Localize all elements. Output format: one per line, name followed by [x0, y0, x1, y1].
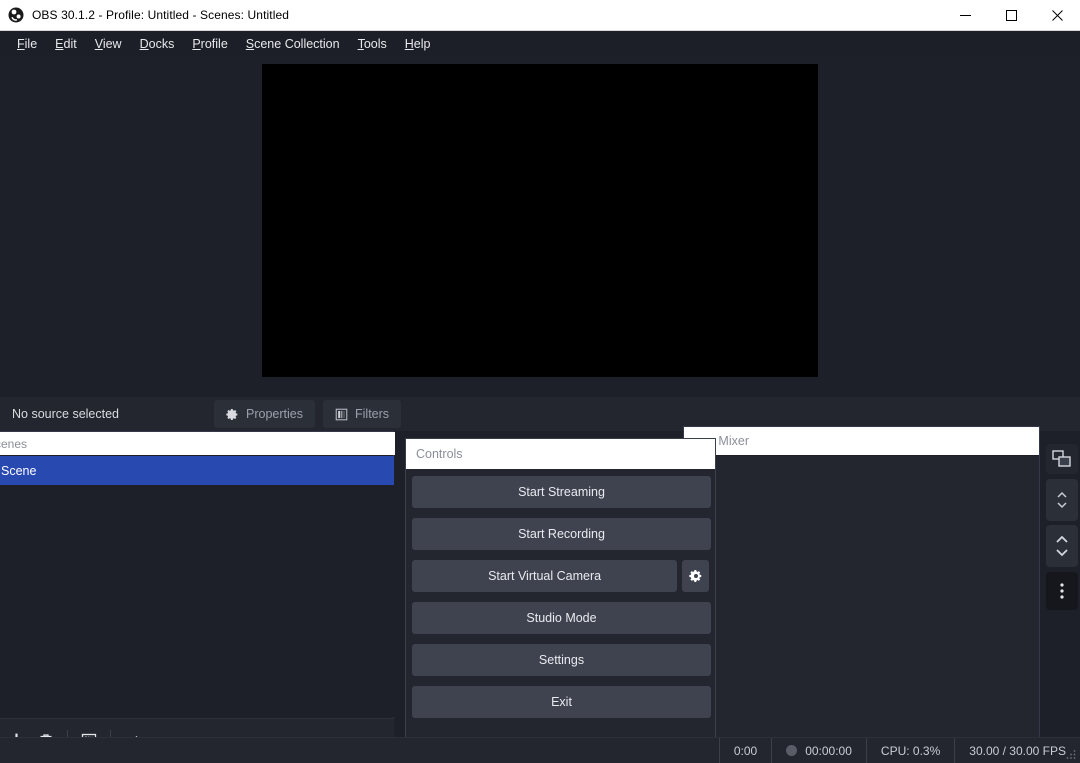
menu-rest: rofile: [201, 37, 228, 51]
controls-dock: Controls Start Streaming Start Recording…: [405, 438, 716, 763]
minimize-icon[interactable]: [942, 0, 988, 31]
spinner-small[interactable]: [1046, 479, 1078, 521]
audio-mixer-dock: o Mixer: [683, 426, 1040, 763]
cpu-status: CPU: 0.3%: [866, 738, 954, 763]
chevron-up-down-icon: [1056, 488, 1068, 512]
studio-mode-button[interactable]: Studio Mode: [412, 602, 711, 634]
properties-button[interactable]: Properties: [214, 400, 315, 428]
audio-mixer-body: [684, 456, 1039, 762]
chevron-up-down-icon: [1054, 532, 1070, 560]
fps-status: 30.00 / 30.00 FPS: [954, 738, 1080, 763]
controls-title-bar[interactable]: Controls: [406, 439, 715, 469]
no-source-selected-label: No source selected: [12, 407, 119, 421]
windows-stack-icon: [1052, 450, 1072, 468]
rec-time-label: 00:00:00: [805, 744, 852, 758]
menu-mnemonic: P: [192, 37, 200, 51]
controls-body: Start Streaming Start Recording Start Vi…: [406, 470, 715, 762]
menu-mnemonic: V: [95, 37, 103, 51]
menu-bar: File Edit View Docks Profile Scene Colle…: [0, 31, 1080, 56]
menu-rest: ools: [364, 37, 387, 51]
menu-item-edit[interactable]: Edit: [46, 34, 86, 54]
gear-icon: [226, 408, 239, 421]
start-virtual-camera-button[interactable]: Start Virtual Camera: [412, 560, 677, 592]
menu-rest: ocks: [149, 37, 175, 51]
menu-rest: iew: [103, 37, 122, 51]
properties-label: Properties: [246, 407, 303, 421]
audio-mixer-title-bar[interactable]: o Mixer: [684, 427, 1039, 455]
title-bar: OBS 30.1.2 - Profile: Untitled - Scenes:…: [0, 0, 1080, 31]
window-title: OBS 30.1.2 - Profile: Untitled - Scenes:…: [32, 8, 289, 22]
start-recording-button[interactable]: Start Recording: [412, 518, 711, 550]
gear-icon: [689, 569, 703, 583]
preview-canvas[interactable]: [262, 64, 818, 377]
menu-rest: dit: [64, 37, 77, 51]
spinner-large[interactable]: [1046, 525, 1078, 567]
menu-item-view[interactable]: View: [86, 34, 131, 54]
rec-time-status: 00:00:00: [771, 738, 866, 763]
preview-area[interactable]: [0, 56, 1080, 397]
virtual-camera-settings-button[interactable]: [682, 560, 709, 592]
overflow-menu-button[interactable]: [1046, 572, 1078, 610]
record-dot-icon: [786, 745, 797, 756]
right-sidebar: [1044, 431, 1080, 763]
menu-item-file[interactable]: File: [8, 34, 46, 54]
close-icon[interactable]: [1034, 0, 1080, 31]
exit-button[interactable]: Exit: [412, 686, 711, 718]
menu-item-profile[interactable]: Profile: [183, 34, 236, 54]
filters-label: Filters: [355, 407, 389, 421]
scene-list-item[interactable]: Scene: [0, 456, 394, 485]
menu-mnemonic: E: [55, 37, 63, 51]
maximize-icon[interactable]: [988, 0, 1034, 31]
settings-button[interactable]: Settings: [412, 644, 711, 676]
filters-icon: [335, 408, 348, 421]
scenes-title-label: cenes: [0, 437, 27, 451]
menu-item-help[interactable]: Help: [396, 34, 440, 54]
start-streaming-button[interactable]: Start Streaming: [412, 476, 711, 508]
menu-item-scene-collection[interactable]: Scene Collection: [237, 34, 349, 54]
scene-item-label: Scene: [1, 464, 36, 478]
window-controls: [942, 0, 1080, 31]
menu-item-tools[interactable]: Tools: [349, 34, 396, 54]
obs-main-window: OBS 30.1.2 - Profile: Untitled - Scenes:…: [0, 0, 1080, 763]
menu-rest: cene Collection: [254, 37, 339, 51]
menu-item-docks[interactable]: Docks: [131, 34, 184, 54]
controls-title-label: Controls: [416, 447, 463, 461]
scenes-title-bar[interactable]: cenes: [0, 432, 395, 455]
menu-rest: ile: [25, 37, 38, 51]
vertical-dots-icon: [1060, 582, 1064, 600]
obs-logo-icon: [8, 7, 24, 23]
menu-mnemonic: S: [246, 37, 254, 51]
status-bar: 0:00 00:00:00 CPU: 0.3% 30.00 / 30.00 FP…: [0, 737, 1080, 763]
resize-grip-icon[interactable]: [1065, 748, 1077, 760]
menu-mnemonic: H: [405, 37, 414, 51]
scenes-dock: cenes Scene: [0, 431, 394, 763]
menu-mnemonic: D: [140, 37, 149, 51]
menu-rest: elp: [414, 37, 431, 51]
virtual-camera-row: Start Virtual Camera: [412, 560, 709, 592]
filters-button[interactable]: Filters: [323, 400, 401, 428]
live-time-status: 0:00: [719, 738, 771, 763]
scenes-list[interactable]: Scene: [0, 456, 394, 717]
windows-button[interactable]: [1046, 444, 1078, 474]
menu-mnemonic: F: [17, 37, 25, 51]
